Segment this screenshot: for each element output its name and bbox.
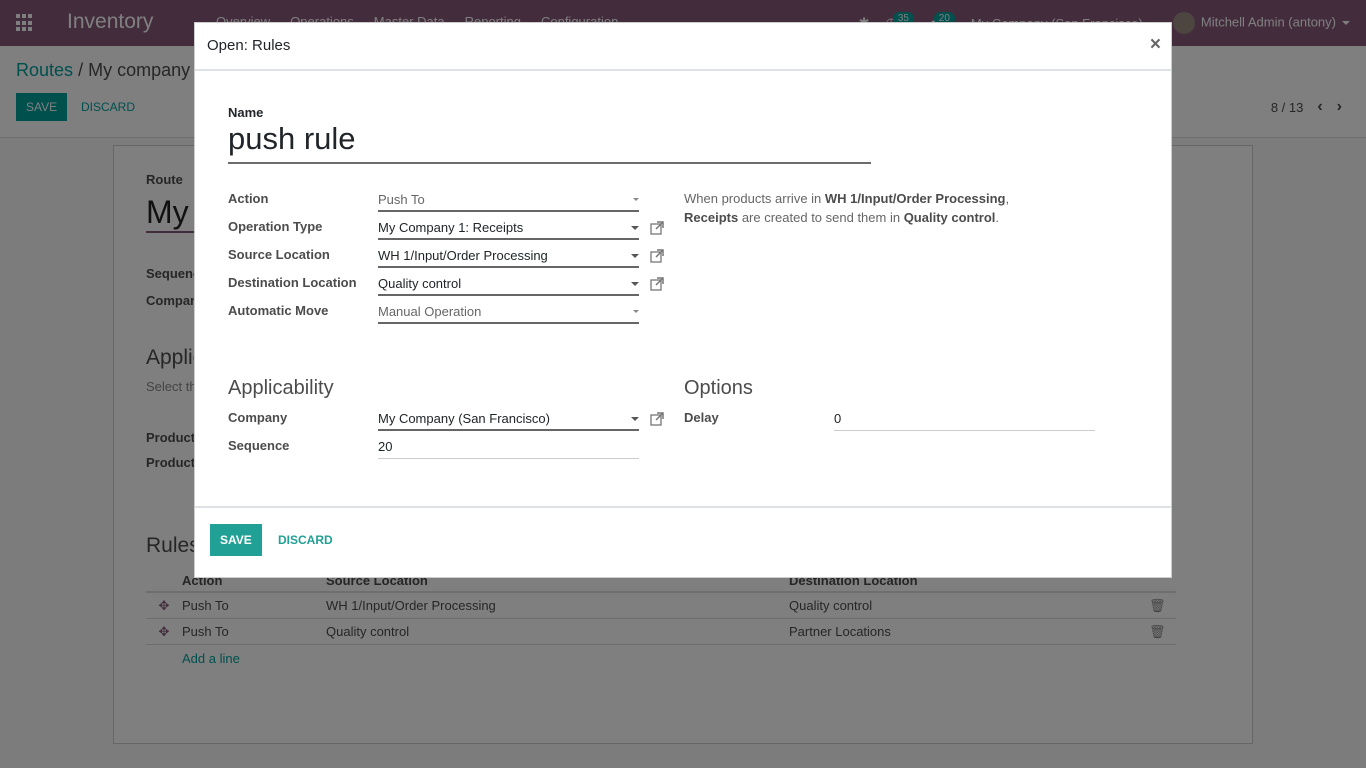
applicability-section-title: Applicability — [228, 377, 334, 399]
action-label: Action — [228, 191, 269, 206]
sequence-label: Sequence — [228, 438, 290, 453]
destination-location-value: Quality control — [378, 276, 462, 291]
modal-title: Open: Rules — [207, 37, 291, 54]
dropdown-caret-icon — [633, 198, 639, 201]
dropdown-caret-icon[interactable] — [631, 226, 639, 230]
operation-type-value: My Company 1: Receipts — [378, 220, 524, 235]
help-text-part: . — [995, 210, 1000, 225]
operation-type-label: Operation Type — [228, 219, 323, 234]
sequence-input[interactable]: 20 — [378, 438, 639, 459]
modal-footer: SAVE DISCARD — [195, 508, 1171, 576]
options-section-title: Options — [684, 377, 753, 399]
name-label: Name — [228, 105, 264, 120]
dropdown-caret-icon[interactable] — [631, 417, 639, 421]
save-button[interactable]: SAVE — [210, 524, 262, 556]
dropdown-caret-icon[interactable] — [631, 282, 639, 286]
name-input[interactable]: push rule — [228, 119, 871, 164]
delay-input[interactable]: 0 — [834, 410, 1095, 431]
help-text-part: , — [1005, 191, 1010, 206]
delay-label: Delay — [684, 410, 719, 425]
company-value: My Company (San Francisco) — [378, 411, 550, 426]
automatic-move-value: Manual Operation — [378, 304, 482, 319]
automatic-move-select[interactable]: Manual Operation — [378, 303, 639, 324]
modal-body: Name push rule Action Push To Operation … — [195, 71, 1171, 508]
action-value: Push To — [378, 192, 425, 207]
action-select[interactable]: Push To — [378, 191, 639, 212]
dropdown-caret-icon — [633, 310, 639, 313]
help-text-part: When products arrive in — [684, 191, 825, 206]
source-location-label: Source Location — [228, 247, 330, 262]
dropdown-caret-icon[interactable] — [631, 254, 639, 258]
rule-help-text: When products arrive in WH 1/Input/Order… — [684, 189, 1024, 227]
rules-dialog: Open: Rules × Name push rule Action Push… — [194, 22, 1172, 578]
source-location-value: WH 1/Input/Order Processing — [378, 248, 548, 263]
modal-header: Open: Rules × — [195, 23, 1171, 71]
destination-location-field[interactable]: Quality control — [378, 275, 639, 296]
source-location-field[interactable]: WH 1/Input/Order Processing — [378, 247, 639, 268]
discard-button[interactable]: DISCARD — [278, 533, 333, 547]
company-field[interactable]: My Company (San Francisco) — [378, 410, 639, 431]
external-link-icon[interactable] — [650, 277, 664, 291]
external-link-icon[interactable] — [650, 412, 664, 426]
close-icon[interactable]: × — [1150, 34, 1161, 56]
help-destination-location: Quality control — [903, 210, 996, 225]
automatic-move-label: Automatic Move — [228, 303, 329, 318]
external-link-icon[interactable] — [650, 249, 664, 263]
help-text-part: are created to send them in — [738, 210, 904, 225]
help-operation-type: Receipts — [684, 210, 739, 225]
destination-location-label: Destination Location — [228, 275, 357, 290]
company-label: Company — [228, 410, 288, 425]
external-link-icon[interactable] — [650, 221, 664, 235]
operation-type-field[interactable]: My Company 1: Receipts — [378, 219, 639, 240]
help-source-location: WH 1/Input/Order Processing — [824, 191, 1006, 206]
